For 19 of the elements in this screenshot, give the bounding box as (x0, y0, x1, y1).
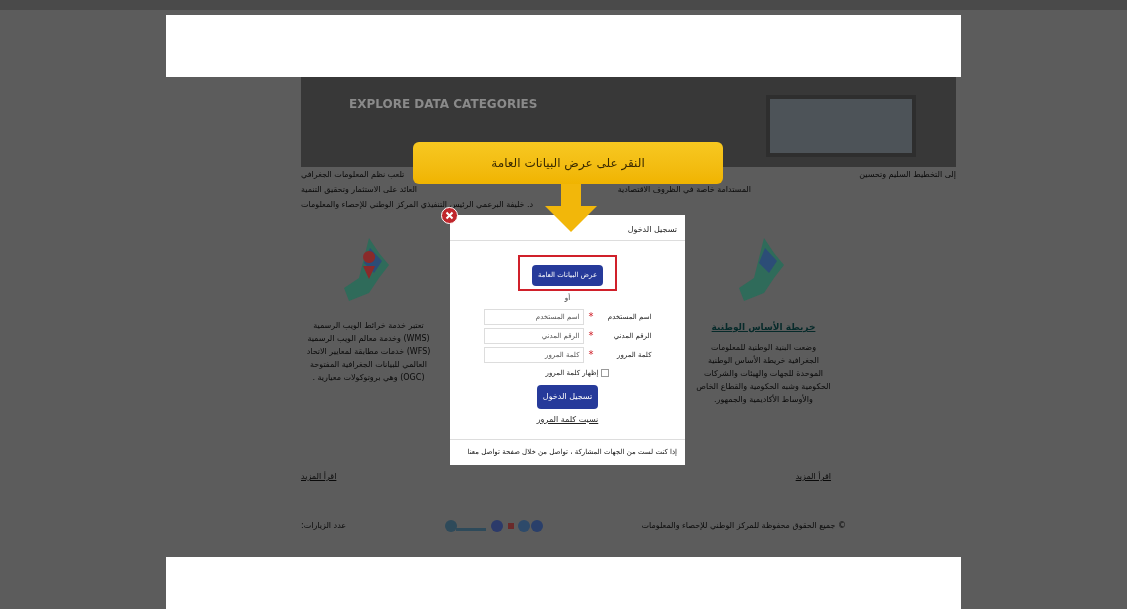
visits-counter: عدد الزيارات: (301, 520, 347, 532)
dialog-title: تسجيل الدخول (627, 223, 677, 236)
intro-text: إلى التخطيط السليم وتحسين (859, 169, 956, 181)
banner-title: EXPLORE DATA CATEGORIES (349, 96, 538, 113)
callout-text: النقر على عرض البيانات العامة (491, 155, 645, 172)
card-text: تعتبر خدمة خرائط الويب الرسمية (WMS) وخدمة معالم الويب الرسمية (WFS) خدمات مطابقة لمعايير الاتحاد العالمي للبيانات الجغرافية المفتوحة (OGC) وهي بروتوكولات معيارية . (305, 320, 432, 384)
required-mark: * (587, 350, 594, 360)
intro-text: المستدامة خاصة في الظروف الاقتصادية (617, 184, 751, 196)
checkbox[interactable] (601, 369, 610, 378)
login-button[interactable]: تسجيل الدخول (536, 384, 599, 409)
card-text: وضعت البنية الوطنية للمعلومات الجغرافية خريطة الأساس الوطنية الموحدة للجهات والهيئات والشركات الحكومية وشبه الحكومية والقطاع الخاص والأوساط الأكاديمية والجمهور. (696, 341, 831, 406)
required-mark: * (587, 331, 594, 341)
intro-text: العائد على الاستثمار وتحقيق التنمية (301, 184, 418, 196)
down-arrow-icon (545, 184, 597, 232)
close-icon[interactable] (441, 207, 458, 224)
required-mark: * (587, 312, 594, 322)
copyright-text: © جميع الحقوق محفوظة للمركز الوطني للإحصاء والمعلومات (641, 520, 846, 532)
intro-text: تلعب نظم المعلومات الجغرافي (301, 169, 405, 181)
forgot-password-link[interactable]: نسيت كلمة المرور (536, 413, 599, 426)
